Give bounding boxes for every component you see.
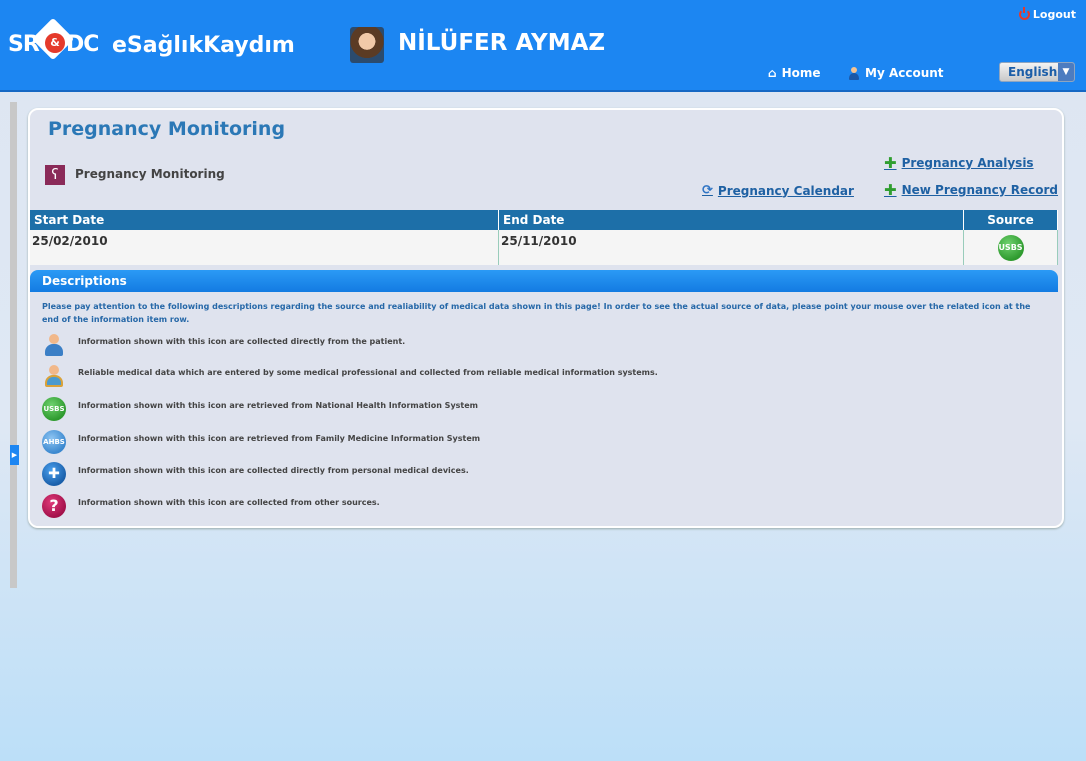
section-label: Pregnancy Monitoring	[75, 167, 225, 181]
refresh-icon: ⟳	[702, 183, 713, 198]
nav-my-account-link[interactable]: My Account	[848, 66, 944, 80]
ahbs-icon: AHBS	[42, 430, 66, 454]
descriptions-panel: Descriptions Please pay attention to the…	[30, 270, 1058, 526]
nav-home-label: Home	[781, 66, 821, 80]
legend-item: Information shown with this icon are col…	[42, 333, 405, 357]
column-header-source[interactable]: Source	[963, 210, 1058, 230]
pregnancy-icon: ʕ	[45, 165, 65, 185]
page-title: Pregnancy Monitoring	[48, 118, 286, 140]
legend-text: Information shown with this icon are col…	[78, 466, 469, 475]
cell-source: USBS	[963, 230, 1058, 265]
legend-item: ✚ Information shown with this icon are c…	[42, 462, 469, 486]
language-selected-value: English	[1008, 65, 1058, 79]
legend-text: Reliable medical data which are entered …	[78, 368, 658, 377]
logo-text-right: DC	[66, 32, 99, 57]
pregnancy-analysis-link[interactable]: ✚ Pregnancy Analysis	[884, 154, 1034, 172]
chevron-down-icon: ▼	[1058, 63, 1074, 81]
pregnancy-calendar-label: Pregnancy Calendar	[717, 183, 854, 198]
new-pregnancy-record-link[interactable]: ✚ New Pregnancy Record	[884, 181, 1059, 199]
app-header: & SR DC eSağlıkKaydım NİLÜFER AYMAZ Logo…	[0, 0, 1086, 92]
home-icon: ⌂	[768, 66, 777, 80]
logo-ampersand: &	[45, 33, 65, 53]
plus-icon: ✚	[884, 154, 897, 172]
medical-professional-icon	[42, 364, 66, 388]
legend-text: Information shown with this icon are ret…	[78, 434, 481, 443]
usbs-icon: USBS	[42, 397, 66, 421]
user-icon	[848, 66, 860, 80]
user-name: NİLÜFER AYMAZ	[398, 30, 606, 56]
avatar	[350, 27, 384, 63]
logout-label: Logout	[1032, 8, 1076, 21]
descriptions-title: Descriptions	[30, 270, 1058, 292]
app-title: eSağlıkKaydım	[112, 33, 295, 58]
pregnancy-analysis-label: Pregnancy Analysis	[901, 156, 1034, 170]
legend-item: ? Information shown with this icon are c…	[42, 494, 380, 518]
legend-text: Information shown with this icon are ret…	[78, 401, 478, 410]
pregnancy-records-table: Start Date End Date Source 25/02/2010 25…	[30, 210, 1058, 265]
legend-text: Information shown with this icon are col…	[78, 337, 406, 346]
cell-end-date: 25/11/2010	[498, 230, 964, 265]
plus-icon: ✚	[884, 181, 897, 199]
power-icon	[1018, 7, 1030, 20]
new-pregnancy-record-label: New Pregnancy Record	[901, 183, 1059, 197]
nav-home-link[interactable]: ⌂ Home	[768, 66, 821, 80]
column-header-start-date[interactable]: Start Date	[30, 210, 499, 230]
medical-device-icon: ✚	[42, 462, 66, 486]
question-mark-icon: ?	[42, 494, 66, 518]
cell-start-date: 25/02/2010	[30, 230, 499, 265]
legend-item: Reliable medical data which are entered …	[42, 364, 658, 388]
srdc-logo[interactable]: & SR DC	[8, 17, 108, 66]
table-header-row: Start Date End Date Source	[30, 210, 1058, 230]
descriptions-intro: Please pay attention to the following de…	[42, 302, 1031, 324]
language-select[interactable]: English ▼	[999, 62, 1075, 82]
legend-text: Information shown with this icon are col…	[78, 498, 380, 507]
usbs-icon[interactable]: USBS	[997, 234, 1024, 261]
sidebar-expand-handle[interactable]: ▶	[10, 445, 19, 465]
patient-icon	[42, 333, 66, 357]
legend-item: AHBS Information shown with this icon ar…	[42, 430, 480, 454]
column-header-end-date[interactable]: End Date	[498, 210, 964, 230]
table-row[interactable]: 25/02/2010 25/11/2010 USBS	[30, 230, 1058, 265]
nav-account-label: My Account	[865, 66, 944, 80]
sidebar-strip	[10, 102, 17, 588]
logo-text-left: SR	[8, 32, 40, 57]
logout-button[interactable]: Logout	[1018, 7, 1076, 21]
pregnancy-calendar-link[interactable]: ⟳ Pregnancy Calendar	[702, 183, 854, 198]
legend-item: USBS Information shown with this icon ar…	[42, 397, 478, 421]
